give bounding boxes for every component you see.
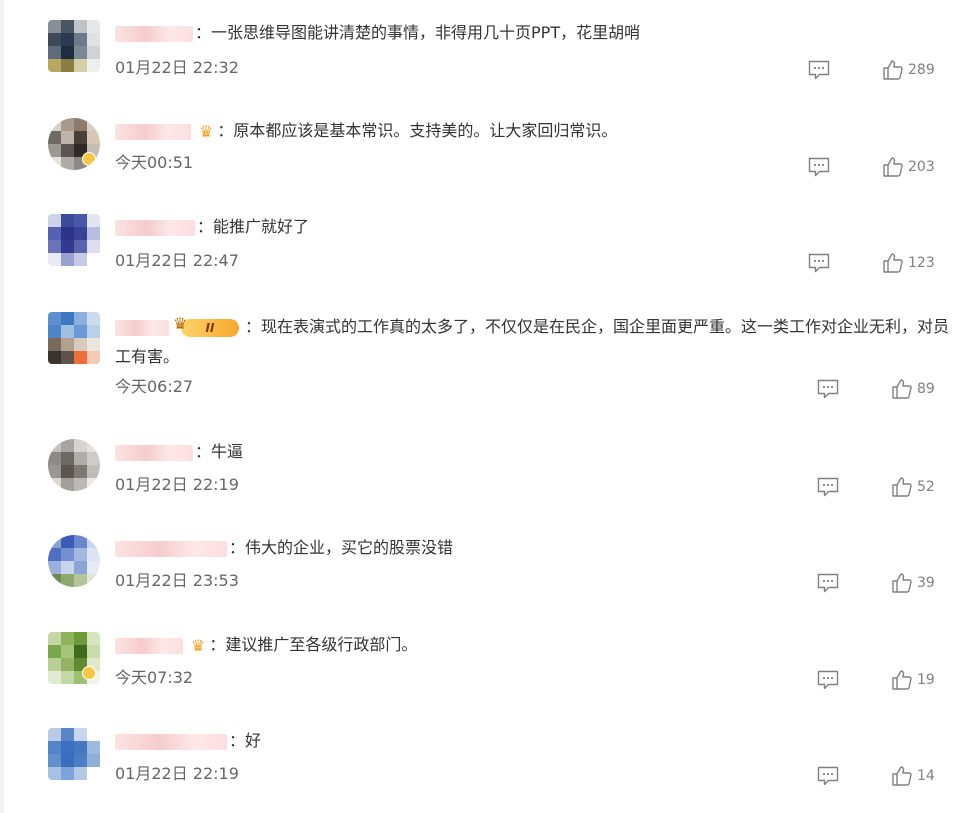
comment-time: 01月22日 22:47	[115, 251, 239, 270]
comment-line: ：好	[115, 728, 261, 754]
like-button[interactable]: 14	[891, 765, 935, 789]
avatar[interactable]	[48, 214, 100, 266]
like-count: 203	[908, 159, 935, 175]
comment-text: 伟大的企业，买它的股票没错	[245, 538, 454, 557]
thumbs-up-icon	[892, 477, 912, 497]
crown-icon: ♛	[191, 635, 206, 655]
reply-icon[interactable]	[808, 253, 830, 273]
reply-icon[interactable]	[817, 573, 839, 593]
username-blurred[interactable]	[115, 444, 193, 461]
comment-time: 01月22日 22:19	[115, 475, 239, 494]
comment-text: 好	[245, 731, 262, 750]
vip-level-label: II	[205, 320, 215, 335]
comment-line: ：能推广就好了	[115, 214, 309, 240]
crown-icon: ♛	[199, 121, 214, 141]
avatar[interactable]	[48, 632, 100, 684]
thumbs-up-icon	[883, 253, 903, 273]
thumbs-up-icon	[883, 157, 903, 177]
comment-line: ：牛逼	[115, 439, 243, 465]
like-button[interactable]: 19	[891, 669, 935, 693]
vip-level-badge: ♛ II	[173, 314, 239, 337]
crown-icon: ♛	[173, 313, 188, 333]
avatar[interactable]	[48, 312, 100, 364]
thumbs-up-icon	[892, 670, 912, 690]
like-count: 289	[908, 62, 935, 78]
username-blurred[interactable]	[115, 219, 195, 236]
verified-badge-icon	[82, 152, 96, 166]
comment-line: ♛ II ：现在表演式的工作真的太多了，不仅仅是在民企，国企里面更严重。这一类工作对…	[115, 313, 950, 366]
like-button[interactable]: 89	[891, 378, 935, 402]
username-blurred[interactable]	[115, 540, 227, 557]
like-button[interactable]: 203	[882, 156, 935, 180]
avatar[interactable]	[48, 535, 100, 587]
like-count: 14	[917, 768, 935, 784]
comment-time: 今天07:32	[115, 668, 194, 687]
like-button[interactable]: 289	[882, 59, 935, 83]
username-blurred[interactable]	[115, 123, 191, 140]
comment-text: 现在表演式的工作真的太多了，不仅仅是在民企，国企里面更严重。这一类工作对企业无利…	[115, 317, 950, 366]
comment-text: 一张思维导图能讲清楚的事情，非得用几十页PPT，花里胡哨	[211, 23, 641, 42]
reply-icon[interactable]	[808, 60, 830, 80]
left-border	[0, 0, 4, 813]
comment-line: ♛ ：原本都应该是基本常识。支持美的。让大家回归常识。	[115, 118, 617, 144]
comment-text: 原本都应该是基本常识。支持美的。让大家回归常识。	[233, 121, 618, 140]
thumbs-up-icon	[892, 379, 912, 399]
comment-line: ：一张思维导图能讲清楚的事情，非得用几十页PPT，花里胡哨	[115, 20, 640, 46]
like-count: 89	[917, 381, 935, 397]
avatar[interactable]	[48, 728, 100, 780]
like-button[interactable]: 39	[891, 572, 935, 596]
like-button[interactable]: 52	[891, 476, 935, 500]
comment-text: 能推广就好了	[213, 217, 310, 236]
username-blurred[interactable]	[115, 637, 183, 654]
like-button[interactable]: 123	[882, 252, 935, 276]
reply-icon[interactable]	[808, 157, 830, 177]
comment-time: 01月22日 22:19	[115, 764, 239, 783]
thumbs-up-icon	[892, 766, 912, 786]
username-blurred[interactable]	[115, 25, 193, 42]
comment-time: 今天06:27	[115, 377, 194, 396]
reply-icon[interactable]	[817, 477, 839, 497]
verified-badge-icon	[82, 666, 96, 680]
thumbs-up-icon	[892, 573, 912, 593]
like-count: 39	[917, 575, 935, 591]
comment-time: 今天00:51	[115, 153, 194, 172]
avatar[interactable]	[48, 20, 100, 72]
comment-time: 01月22日 23:53	[115, 571, 239, 590]
like-count: 123	[908, 255, 935, 271]
avatar[interactable]	[48, 118, 100, 170]
like-count: 52	[917, 479, 935, 495]
comment-text: 牛逼	[211, 442, 244, 461]
username-blurred[interactable]	[115, 319, 169, 336]
reply-icon[interactable]	[817, 766, 839, 786]
reply-icon[interactable]	[817, 670, 839, 690]
comment-line: ♛ ：建议推广至各级行政部门。	[115, 632, 417, 658]
comment-time: 01月22日 22:32	[115, 58, 239, 77]
username-blurred[interactable]	[115, 733, 227, 750]
thumbs-up-icon	[883, 60, 903, 80]
comment-line: ：伟大的企业，买它的股票没错	[115, 535, 453, 561]
avatar[interactable]	[48, 439, 100, 491]
like-count: 19	[917, 672, 935, 688]
reply-icon[interactable]	[817, 379, 839, 399]
comment-text: 建议推广至各级行政部门。	[225, 635, 418, 654]
